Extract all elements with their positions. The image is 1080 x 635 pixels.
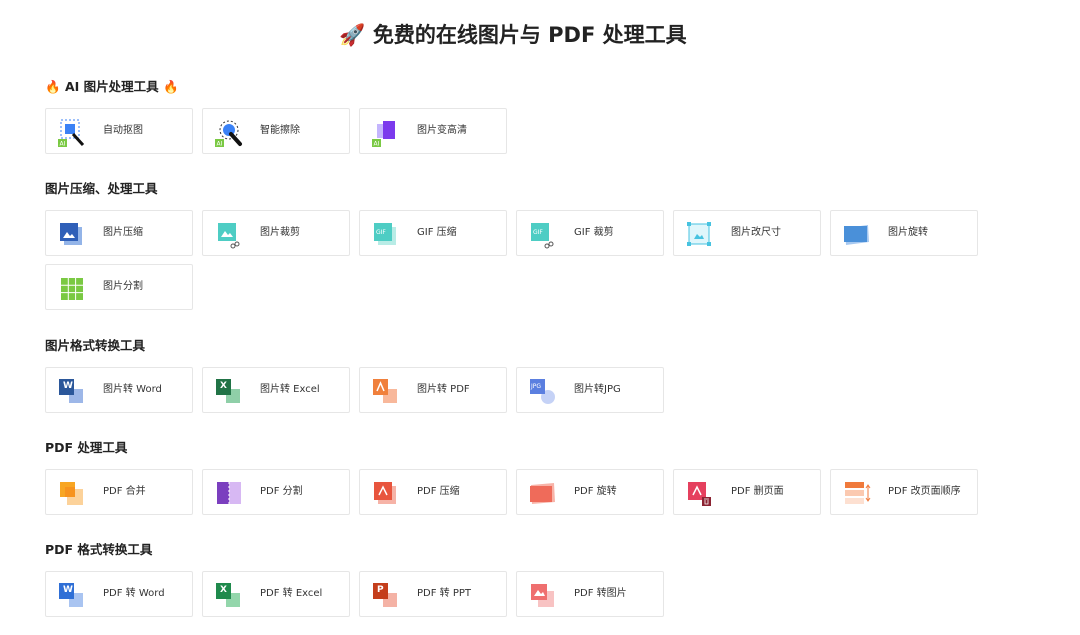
gif-badge: GIF bbox=[376, 229, 386, 236]
tool-card-image-crop[interactable]: 图片裁剪 bbox=[202, 210, 350, 256]
auto-cutout-icon: AI bbox=[57, 118, 85, 148]
tool-label: 自动抠图 bbox=[103, 125, 143, 136]
section-title-compress: 图片压缩、处理工具 bbox=[45, 181, 158, 196]
tool-card-smart-erase[interactable]: AI 智能擦除 bbox=[202, 108, 350, 154]
tool-card-pdf-to-excel[interactable]: X PDF 转 Excel bbox=[202, 571, 350, 617]
image-split-icon bbox=[57, 274, 85, 302]
tool-card-pdf-reorder[interactable]: PDF 改页面顺序 bbox=[830, 469, 978, 515]
tool-label: 图片分割 bbox=[103, 281, 143, 292]
pdf-to-image-icon bbox=[528, 581, 556, 609]
rocket-icon: 🚀 bbox=[339, 23, 366, 47]
jpg-badge: JPG bbox=[531, 383, 542, 390]
section-title-pdf: PDF 处理工具 bbox=[45, 440, 128, 455]
gif-badge: GIF bbox=[533, 229, 543, 236]
tool-card-image-compress[interactable]: 图片压缩 bbox=[45, 210, 193, 256]
tool-label: 智能擦除 bbox=[260, 125, 300, 136]
tool-card-image-enhance[interactable]: AI 图片变高清 bbox=[359, 108, 507, 154]
section-title-format: 图片格式转换工具 bbox=[45, 338, 146, 353]
tool-label: 图片转 PDF bbox=[417, 384, 470, 395]
tool-card-image-to-jpg[interactable]: JPG 图片转JPG bbox=[516, 367, 664, 413]
tool-label: PDF 转图片 bbox=[574, 588, 627, 599]
tool-label: 图片压缩 bbox=[103, 227, 143, 238]
tool-label: PDF 分割 bbox=[260, 486, 303, 497]
tool-card-pdf-to-word[interactable]: W PDF 转 Word bbox=[45, 571, 193, 617]
word-badge: W bbox=[63, 585, 73, 595]
image-enhance-icon: AI bbox=[371, 118, 399, 148]
tool-card-image-split[interactable]: 图片分割 bbox=[45, 264, 193, 310]
tool-card-image-to-pdf[interactable]: 图片转 PDF bbox=[359, 367, 507, 413]
tool-card-image-to-word[interactable]: W 图片转 Word bbox=[45, 367, 193, 413]
tool-card-pdf-compress[interactable]: PDF 压缩 bbox=[359, 469, 507, 515]
tool-label: 图片转 Excel bbox=[260, 384, 320, 395]
excel-icon: X bbox=[214, 377, 242, 405]
tool-label: 图片改尺寸 bbox=[731, 227, 781, 238]
image-crop-icon bbox=[214, 220, 242, 249]
pdf-to-ppt-icon: P bbox=[371, 581, 399, 609]
tool-label: 图片旋转 bbox=[888, 227, 928, 238]
tool-card-pdf-split[interactable]: PDF 分割 bbox=[202, 469, 350, 515]
tool-card-auto-cutout[interactable]: AI 自动抠图 bbox=[45, 108, 193, 154]
tool-card-image-resize[interactable]: 图片改尺寸 bbox=[673, 210, 821, 256]
tool-label: PDF 合并 bbox=[103, 486, 146, 497]
image-resize-icon bbox=[685, 220, 713, 248]
jpg-icon: JPG bbox=[528, 377, 556, 405]
svg-text:AI: AI bbox=[217, 141, 223, 148]
tool-label: PDF 压缩 bbox=[417, 486, 460, 497]
section-title-pdf-convert: PDF 格式转换工具 bbox=[45, 542, 153, 557]
tool-label: 图片变高清 bbox=[417, 125, 467, 136]
pdf-delete-page-icon bbox=[685, 479, 713, 507]
tool-card-pdf-to-image[interactable]: PDF 转图片 bbox=[516, 571, 664, 617]
pdf-merge-icon bbox=[57, 479, 85, 507]
fire-icon: 🔥 bbox=[162, 79, 179, 94]
fire-icon: 🔥 bbox=[45, 79, 61, 94]
page-title-text: 免费的在线图片与 PDF 处理工具 bbox=[372, 23, 687, 47]
tool-card-gif-crop[interactable]: GIF GIF 裁剪 bbox=[516, 210, 664, 256]
pdf-to-word-icon: W bbox=[57, 581, 85, 609]
tool-card-image-to-excel[interactable]: X 图片转 Excel bbox=[202, 367, 350, 413]
tool-card-pdf-merge[interactable]: PDF 合并 bbox=[45, 469, 193, 515]
tool-label: 图片裁剪 bbox=[260, 227, 300, 238]
section-title-ai: 🔥 AI 图片处理工具 🔥 bbox=[45, 78, 179, 96]
gif-crop-icon: GIF bbox=[528, 220, 556, 249]
pdf-to-excel-icon: X bbox=[214, 581, 242, 609]
tool-label: PDF 转 Word bbox=[103, 588, 165, 599]
svg-text:AI: AI bbox=[60, 141, 66, 148]
section-title-ai-text: AI 图片处理工具 bbox=[64, 79, 159, 94]
excel-badge: X bbox=[220, 585, 227, 595]
tool-card-image-rotate[interactable]: 图片旋转 bbox=[830, 210, 978, 256]
tool-label: PDF 旋转 bbox=[574, 486, 617, 497]
tool-card-gif-compress[interactable]: GIF GIF 压缩 bbox=[359, 210, 507, 256]
gif-compress-icon: GIF bbox=[371, 220, 399, 248]
word-icon: W bbox=[57, 377, 85, 405]
tool-label: 图片转JPG bbox=[574, 384, 621, 395]
tool-card-pdf-rotate[interactable]: PDF 旋转 bbox=[516, 469, 664, 515]
tool-label: GIF 裁剪 bbox=[574, 227, 614, 238]
svg-text:AI: AI bbox=[374, 141, 380, 148]
pdf-rotate-icon bbox=[528, 479, 556, 507]
image-compress-icon bbox=[57, 220, 85, 248]
tool-label: 图片转 Word bbox=[103, 384, 162, 395]
word-badge: W bbox=[63, 381, 73, 391]
tool-label: PDF 转 Excel bbox=[260, 588, 323, 599]
tool-label: PDF 改页面顺序 bbox=[888, 486, 961, 497]
tool-label: PDF 删页面 bbox=[731, 486, 784, 497]
tool-card-pdf-to-ppt[interactable]: P PDF 转 PPT bbox=[359, 571, 507, 617]
excel-badge: X bbox=[220, 381, 227, 391]
pdf-icon bbox=[371, 377, 399, 405]
image-rotate-icon bbox=[842, 220, 870, 248]
tool-label: PDF 转 PPT bbox=[417, 588, 472, 599]
tool-card-pdf-delete-page[interactable]: PDF 删页面 bbox=[673, 469, 821, 515]
smart-erase-icon: AI bbox=[214, 118, 242, 148]
ppt-badge: P bbox=[377, 585, 384, 595]
pdf-compress-icon bbox=[371, 479, 399, 507]
pdf-split-icon bbox=[214, 479, 242, 507]
tool-label: GIF 压缩 bbox=[417, 227, 457, 238]
page-title: 🚀 免费的在线图片与 PDF 处理工具 bbox=[0, 20, 1026, 50]
pdf-reorder-icon bbox=[842, 479, 871, 507]
